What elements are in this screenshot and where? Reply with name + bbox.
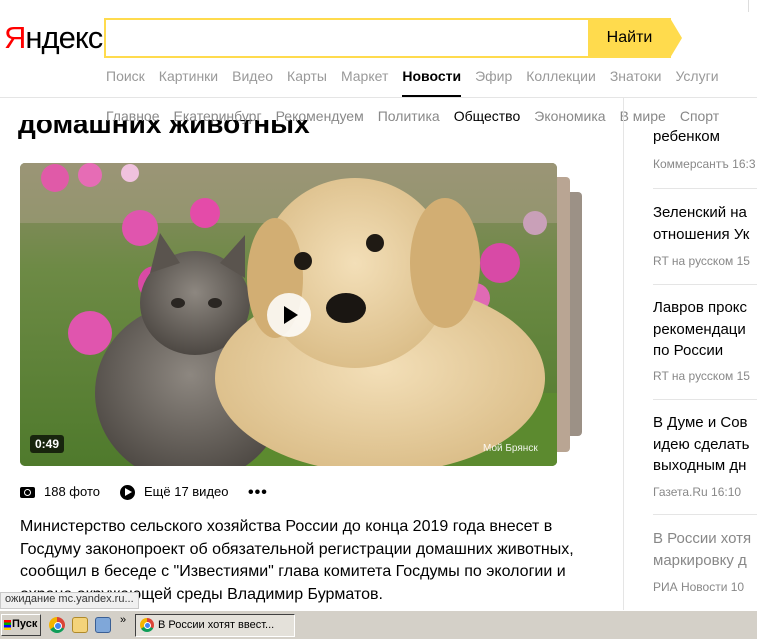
service-images[interactable]: Картинки: [159, 68, 218, 84]
headline-line: маркировку д: [653, 551, 747, 569]
divider: [653, 284, 757, 285]
headline-line: рекомендаци: [653, 320, 746, 338]
divider: [653, 514, 757, 515]
header-divider: [0, 97, 757, 98]
headline-line: отношения Ук: [653, 225, 750, 243]
taskbar: Пуск » В России хотят ввест...: [0, 610, 757, 639]
headline-line: В Думе и Сов: [653, 414, 748, 431]
media-stack-middle[interactable]: [556, 177, 570, 452]
headline-line: идею сделать: [653, 435, 750, 453]
header: Яндекс Найти Поиск Картинки Видео Карты Марк…: [0, 0, 757, 98]
service-collections[interactable]: Коллекции: [526, 68, 596, 84]
desktop-icon[interactable]: [95, 617, 111, 633]
side-news: ребенком Коммерсантъ 16:3 Зеленский на от…: [653, 0, 757, 610]
rubric-economy[interactable]: Экономика: [534, 108, 605, 124]
side-news-3-source[interactable]: RT на русском 15: [653, 369, 750, 383]
side-news-5-source[interactable]: РИА Новости 10: [653, 580, 744, 594]
more-dots-icon[interactable]: •••: [248, 484, 268, 502]
headline-line: Зеленский на: [653, 204, 747, 221]
logo-rest: ндекс: [25, 20, 103, 55]
service-news[interactable]: Новости: [402, 68, 461, 98]
side-news-2-source[interactable]: RT на русском 15: [653, 254, 750, 268]
headline-line: ребенком: [653, 128, 720, 145]
yandex-logo[interactable]: Яндекс: [4, 20, 103, 56]
rubric-politics[interactable]: Политика: [378, 108, 440, 124]
rubric-ekaterinburg[interactable]: Екатеринбург: [174, 108, 262, 124]
rubric-society[interactable]: Общество: [454, 108, 521, 124]
media-credit: Мой Брянск: [483, 443, 538, 454]
photos-count: 188 фото: [44, 484, 100, 499]
rubric-recommended[interactable]: Рекомендуем: [276, 108, 364, 124]
service-video[interactable]: Видео: [232, 68, 273, 84]
side-news-2-title[interactable]: Зеленский на отношения Ук: [653, 202, 749, 245]
more-videos-label: Ещё 17 видео: [144, 484, 229, 499]
taskbar-window-title: В России хотят ввест...: [158, 619, 275, 631]
chrome-icon: [140, 618, 154, 632]
logo-first-letter: Я: [4, 20, 26, 55]
headline-line: выходным дн: [653, 457, 747, 474]
side-news-1-title[interactable]: ребенком: [653, 126, 720, 148]
divider: [653, 399, 757, 400]
service-maps[interactable]: Карты: [287, 68, 327, 84]
side-news-3-title[interactable]: Лавров прокс рекомендаци по России: [653, 297, 747, 362]
start-button[interactable]: Пуск: [1, 614, 41, 636]
divider: [653, 188, 757, 189]
headline-line: В России хотя: [653, 530, 752, 547]
services-nav: Поиск Картинки Видео Карты Маркет Новости Эфир…: [106, 68, 733, 98]
service-efir[interactable]: Эфир: [475, 68, 512, 84]
side-news-1-source[interactable]: Коммерсантъ 16:3: [653, 157, 756, 171]
taskbar-window-button[interactable]: В России хотят ввест...: [135, 614, 295, 637]
rubric-main[interactable]: Главное: [106, 108, 160, 124]
service-market[interactable]: Маркет: [341, 68, 388, 84]
service-search[interactable]: Поиск: [106, 68, 145, 84]
quicklaunch-chevron-icon[interactable]: »: [120, 614, 126, 626]
rubrics-nav: Главное Екатеринбург Рекомендуем Политика Об…: [106, 108, 733, 124]
chrome-icon[interactable]: [49, 617, 65, 633]
side-news-5-title[interactable]: В России хотя маркировку д: [653, 528, 751, 571]
email-icon[interactable]: [72, 617, 88, 633]
side-news-4-title[interactable]: В Думе и Сов идею сделать выходным дн: [653, 412, 749, 477]
play-circle-icon: [120, 485, 135, 500]
play-button[interactable]: [267, 293, 311, 337]
search-input[interactable]: [104, 18, 590, 58]
column-divider: [623, 98, 624, 610]
media-stack-back: [569, 192, 582, 436]
side-news-4-source[interactable]: Газета.Ru 16:10: [653, 485, 741, 499]
browser-status: ожидание mc.yandex.ru...: [0, 592, 139, 609]
camera-icon: [20, 487, 35, 498]
headline-line: по России: [653, 342, 724, 359]
search-form: Найти: [104, 18, 684, 58]
headline-line: Лавров прокс: [653, 299, 748, 316]
video-duration: 0:49: [30, 435, 65, 453]
